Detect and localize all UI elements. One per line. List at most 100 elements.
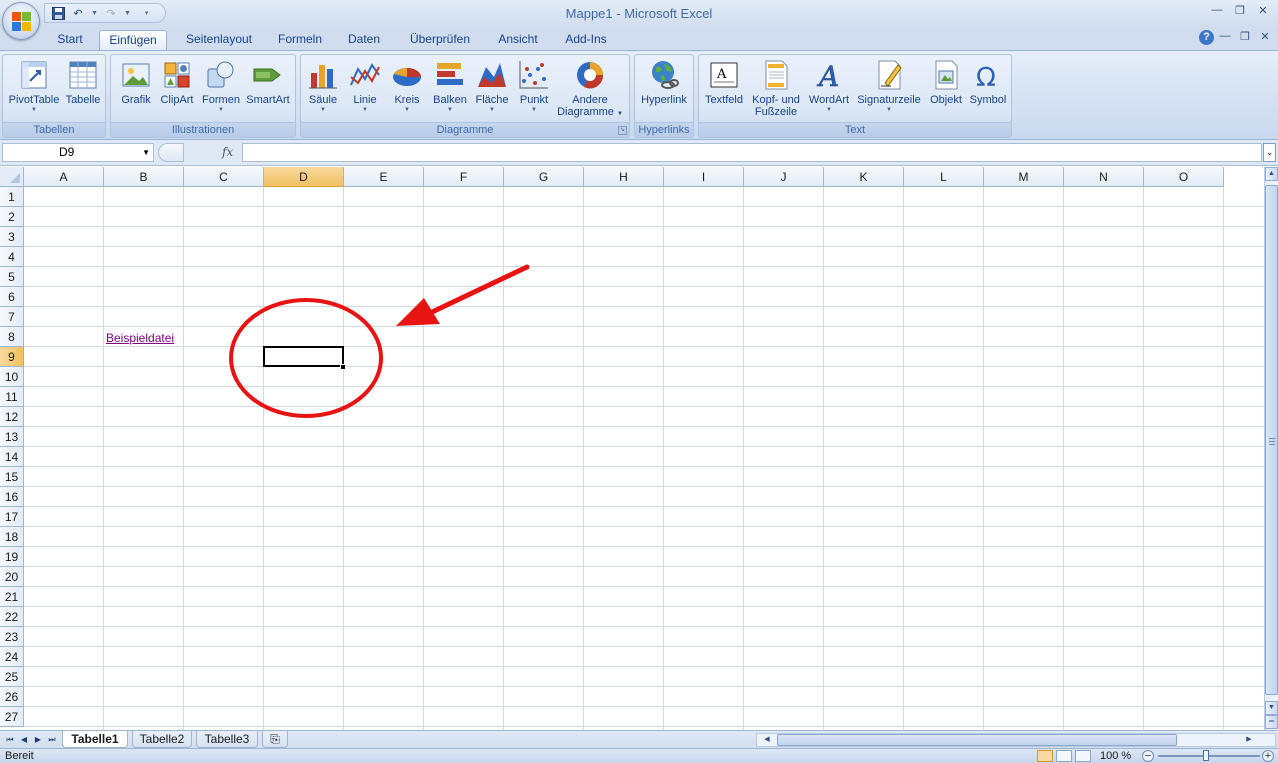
row-header-24[interactable]: 24 <box>0 647 24 667</box>
office-button[interactable] <box>2 2 40 40</box>
vertical-scrollbar[interactable]: ▲ ▼ ═ <box>1264 167 1278 730</box>
row-header-3[interactable]: 3 <box>0 227 24 247</box>
column-header-f[interactable]: F <box>424 167 504 187</box>
last-sheet-icon[interactable]: ⏭ <box>46 733 58 746</box>
workbook-close-icon[interactable]: ✕ <box>1254 30 1276 43</box>
zoom-slider-track[interactable] <box>1158 755 1260 757</box>
hyperlink-button[interactable]: Hyperlink <box>637 57 691 121</box>
column-header-n[interactable]: N <box>1064 167 1144 187</box>
row-header-26[interactable]: 26 <box>0 687 24 707</box>
zoom-out-icon[interactable]: − <box>1142 750 1154 762</box>
row-header-13[interactable]: 13 <box>0 427 24 447</box>
row-header-6[interactable]: 6 <box>0 287 24 307</box>
zoom-level[interactable]: 100 % <box>1100 750 1131 762</box>
insert-function-button[interactable]: fx <box>222 143 240 162</box>
row-header-12[interactable]: 12 <box>0 407 24 427</box>
kopf-fusszeile-button[interactable]: Kopf- und Fußzeile <box>747 57 805 121</box>
tab-start[interactable]: Start <box>50 30 90 50</box>
tab-daten[interactable]: Daten <box>340 30 388 50</box>
fill-handle[interactable] <box>340 364 346 370</box>
row-header-17[interactable]: 17 <box>0 507 24 527</box>
insert-sheet-icon[interactable]: ⎘ <box>262 731 288 748</box>
column-header-j[interactable]: J <box>744 167 824 187</box>
workbook-minimize-icon[interactable]: — <box>1214 30 1236 42</box>
tab-seitenlayout[interactable]: Seitenlayout <box>178 30 260 50</box>
formula-cancel-icon[interactable] <box>158 143 184 162</box>
tab-formeln[interactable]: Formeln <box>272 30 328 50</box>
row-header-19[interactable]: 19 <box>0 547 24 567</box>
tabelle-button[interactable]: Tabelle <box>63 57 103 121</box>
scroll-right-icon[interactable]: ▶ <box>1243 734 1255 746</box>
sheet-tab-tabelle1[interactable]: Tabelle1 <box>62 731 128 748</box>
select-all-button[interactable] <box>0 167 24 187</box>
row-header-9[interactable]: 9 <box>0 347 24 367</box>
column-header-l[interactable]: L <box>904 167 984 187</box>
scroll-left-icon[interactable]: ◀ <box>761 734 773 746</box>
next-sheet-icon[interactable]: ▶ <box>32 733 44 746</box>
grafik-button[interactable]: Grafik <box>117 57 155 121</box>
zoom-slider-thumb[interactable] <box>1203 750 1209 761</box>
pivottable-button[interactable]: PivotTable ▼ <box>6 57 62 121</box>
hyperlink-cell-b8[interactable]: Beispieldatei <box>106 331 174 346</box>
row-header-20[interactable]: 20 <box>0 567 24 587</box>
sheet-tab-tabelle3[interactable]: Tabelle3 <box>196 731 258 748</box>
textfeld-button[interactable]: A Textfeld <box>702 57 746 121</box>
row-header-22[interactable]: 22 <box>0 607 24 627</box>
row-header-5[interactable]: 5 <box>0 267 24 287</box>
symbol-button[interactable]: Ω Symbol <box>967 57 1009 121</box>
column-header-a[interactable]: A <box>24 167 104 187</box>
row-header-15[interactable]: 15 <box>0 467 24 487</box>
flaeche-button[interactable]: Fläche ▼ <box>473 57 511 121</box>
signaturzeile-button[interactable]: Signaturzeile ▼ <box>854 57 924 121</box>
row-header-18[interactable]: 18 <box>0 527 24 547</box>
row-header-11[interactable]: 11 <box>0 387 24 407</box>
andere-diagramme-button[interactable]: Andere Diagramme ▼ <box>555 57 625 121</box>
column-header-c[interactable]: C <box>184 167 264 187</box>
row-header-21[interactable]: 21 <box>0 587 24 607</box>
row-header-16[interactable]: 16 <box>0 487 24 507</box>
help-icon[interactable]: ? <box>1199 30 1214 45</box>
prev-sheet-icon[interactable]: ◀ <box>18 733 30 746</box>
vertical-scroll-thumb[interactable] <box>1265 185 1278 695</box>
row-header-10[interactable]: 10 <box>0 367 24 387</box>
row-header-14[interactable]: 14 <box>0 447 24 467</box>
name-box-dropdown-icon[interactable]: ▼ <box>142 144 150 161</box>
expand-formula-bar-icon[interactable]: ⌄ <box>1263 143 1276 162</box>
active-cell-d9[interactable] <box>263 346 344 367</box>
saeule-button[interactable]: Säule ▼ <box>305 57 341 121</box>
tab-add-ins[interactable]: Add-Ins <box>558 30 614 50</box>
column-header-m[interactable]: M <box>984 167 1064 187</box>
linie-button[interactable]: Linie ▼ <box>347 57 383 121</box>
tab-ansicht[interactable]: Ansicht <box>490 30 546 50</box>
row-header-4[interactable]: 4 <box>0 247 24 267</box>
column-header-h[interactable]: H <box>584 167 664 187</box>
name-box[interactable]: D9 ▼ <box>2 143 154 162</box>
kreis-button[interactable]: Kreis ▼ <box>389 57 425 121</box>
page-layout-view-icon[interactable] <box>1056 750 1072 762</box>
column-header-b[interactable]: B <box>104 167 184 187</box>
column-header-e[interactable]: E <box>344 167 424 187</box>
split-handle-icon[interactable]: ═ <box>1265 715 1278 729</box>
row-header-1[interactable]: 1 <box>0 187 24 207</box>
page-break-view-icon[interactable] <box>1075 750 1091 762</box>
column-header-k[interactable]: K <box>824 167 904 187</box>
row-header-25[interactable]: 25 <box>0 667 24 687</box>
row-header-23[interactable]: 23 <box>0 627 24 647</box>
horizontal-scroll-thumb[interactable] <box>777 734 1177 746</box>
ribbon-minimize-icon[interactable]: — <box>1206 4 1228 16</box>
tab-einfuegen[interactable]: Einfügen <box>99 30 167 50</box>
scroll-up-icon[interactable]: ▲ <box>1265 167 1278 181</box>
row-header-2[interactable]: 2 <box>0 207 24 227</box>
sheet-tab-tabelle2[interactable]: Tabelle2 <box>132 731 192 748</box>
zoom-in-icon[interactable]: + <box>1262 750 1274 762</box>
scroll-down-icon[interactable]: ▼ <box>1265 701 1278 715</box>
wordart-button[interactable]: A WordArt ▼ <box>805 57 853 121</box>
cell-area[interactable] <box>24 187 1264 730</box>
punkt-button[interactable]: Punkt ▼ <box>515 57 553 121</box>
smartart-button[interactable]: SmartArt <box>243 57 293 121</box>
column-header-o[interactable]: O <box>1144 167 1224 187</box>
column-header-g[interactable]: G <box>504 167 584 187</box>
row-header-27[interactable]: 27 <box>0 707 24 727</box>
normal-view-icon[interactable] <box>1037 750 1053 762</box>
column-header-i[interactable]: I <box>664 167 744 187</box>
